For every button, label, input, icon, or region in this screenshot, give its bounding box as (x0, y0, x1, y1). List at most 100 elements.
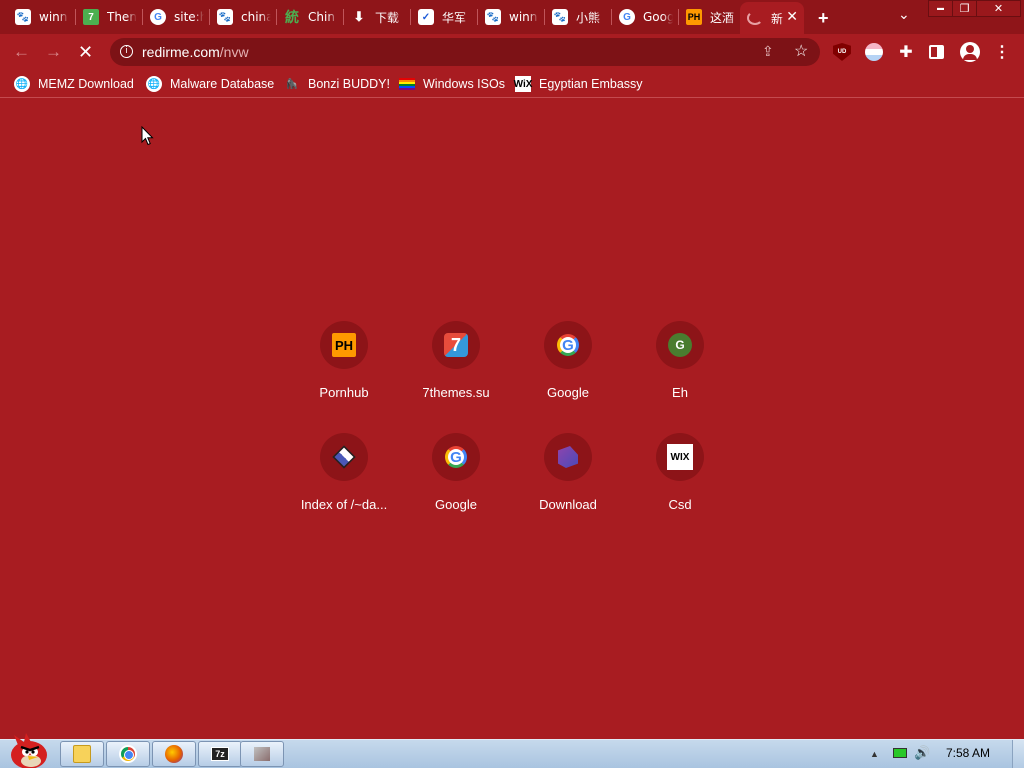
url-path: /nvw (219, 44, 249, 60)
tab-title: 下载 (375, 10, 400, 25)
pornhub-icon: PH (332, 333, 356, 357)
tab-title: Chin (308, 10, 335, 24)
tab-7[interactable]: ✓ 华军 (411, 4, 475, 30)
index-folder-icon (332, 445, 356, 469)
close-icon: ✕ (993, 3, 1004, 15)
side-panel-icon[interactable] (929, 45, 944, 59)
stop-loading-button[interactable]: ✕ (78, 42, 93, 63)
bookmark-label: Windows ISOs (423, 77, 505, 91)
extensions-puzzle-icon[interactable]: ✚ (897, 43, 915, 61)
show-desktop-button[interactable] (1012, 740, 1024, 768)
baidu-icon: 🐾 (552, 9, 568, 25)
share-icon[interactable]: ⇪ (762, 43, 774, 60)
forward-button[interactable]: → (45, 42, 62, 62)
globe-icon: 🌐 (146, 76, 162, 92)
bookmarks-bar: 🌐 MEMZ Download 🌐 Malware Database 🦍 Bonzi … (0, 70, 1024, 98)
seven-themes-icon: 7 (83, 9, 99, 25)
tab-2[interactable]: 7 Then (76, 4, 140, 30)
shortcut-icon-circle: PH (320, 321, 368, 369)
new-tab-button[interactable]: + (818, 8, 829, 29)
wix-icon: WIX (667, 444, 693, 470)
baidu-icon: 🐾 (485, 9, 501, 25)
minimize-icon: ▬ (937, 5, 944, 12)
extension-flag-icon[interactable] (865, 43, 883, 61)
bookmark-label: MEMZ Download (38, 77, 134, 91)
start-button-angry-bird-icon[interactable] (4, 731, 50, 768)
tab-4[interactable]: 🐾 china (210, 4, 274, 30)
minimize-button[interactable]: ▬ (928, 0, 953, 17)
seven-themes-icon: 7 (444, 333, 468, 357)
google-icon: G (619, 9, 635, 25)
app-icon (254, 747, 270, 761)
ublock-extension-icon[interactable]: UD (833, 43, 851, 61)
tab-6[interactable]: ⬇ 下载 (344, 4, 408, 30)
back-button[interactable]: ← (13, 42, 30, 62)
shortcut-icon-circle (320, 433, 368, 481)
shortcut-label: Eh (672, 385, 688, 400)
shortcut-tile[interactable]: 7 7themes.su (400, 321, 512, 421)
battery-icon[interactable] (893, 748, 907, 758)
baidu-icon: 🐾 (217, 9, 233, 25)
huajun-icon: ✓ (418, 9, 434, 25)
shortcut-tile[interactable]: Index of /~da... (288, 433, 400, 533)
wix-icon: WiX (514, 76, 532, 92)
explorer-icon (73, 745, 91, 763)
bookmark-egyptian-embassy[interactable]: WiX Egyptian Embassy (514, 75, 643, 93)
url-text[interactable]: redirme.com/nvw (142, 44, 249, 60)
shortcut-tile[interactable]: G Eh (624, 321, 736, 421)
bookmark-malware-database[interactable]: 🌐 Malware Database (146, 75, 274, 93)
show-hidden-icons-arrow-icon[interactable]: ▲ (870, 749, 879, 759)
tab-strip: 🐾 winn 7 Then Gsite:h 🐾 china 統 Chin ⬇ 下载 ✓ 华军… (0, 0, 1024, 34)
site-info-icon[interactable]: i (120, 45, 133, 58)
taskbar-7zip-button[interactable]: 7z (198, 741, 242, 767)
bookmark-star-icon[interactable]: ☆ (794, 41, 808, 61)
tab-title: winn (39, 10, 68, 24)
shortcut-icon-circle: G (544, 321, 592, 369)
taskbar-explorer-button[interactable] (60, 741, 104, 767)
chrome-icon (119, 745, 137, 763)
taskbar-firefox-button[interactable] (152, 741, 196, 767)
google-icon: G (150, 9, 166, 25)
tab-10[interactable]: G Goog (612, 4, 676, 30)
shortcut-tile[interactable]: PH Pornhub (288, 321, 400, 421)
volume-icon[interactable]: 🔊 (914, 745, 930, 761)
shortcut-tile[interactable]: WIX Csd (624, 433, 736, 533)
taskbar-app-button[interactable] (240, 741, 284, 767)
restore-button[interactable]: ❐ (952, 0, 977, 17)
tab-8[interactable]: 🐾 winn (478, 4, 542, 30)
tab-title: 小熊 (576, 10, 601, 25)
shortcut-label: Download (539, 497, 597, 512)
bookmark-label: Egyptian Embassy (539, 77, 643, 91)
system-clock[interactable]: 7:58 AM (946, 746, 990, 760)
tab-11[interactable]: PH 这酒 (679, 4, 741, 30)
tab-title: Then (107, 10, 137, 24)
mouse-cursor-icon (141, 126, 154, 146)
kebab-menu-icon[interactable]: ⋮ (993, 43, 1011, 61)
bookmark-bonzi-buddy[interactable]: 🦍 Bonzi BUDDY! (284, 75, 390, 93)
bookmark-windows-isos[interactable]: Windows ISOs (399, 75, 505, 93)
shortcut-tile[interactable]: G Google (512, 321, 624, 421)
shortcut-label: Index of /~da... (300, 497, 388, 512)
eh-letter-icon: G (668, 333, 692, 357)
profile-avatar-icon[interactable] (960, 42, 980, 62)
tab-1[interactable]: 🐾 winn (8, 4, 70, 30)
shortcut-icon-circle: G (656, 321, 704, 369)
tab-title: 华军 (442, 10, 467, 25)
tab-3[interactable]: Gsite:h (143, 4, 207, 30)
shortcut-label: Csd (668, 497, 692, 512)
firefox-icon (165, 745, 183, 763)
bonzi-icon: 🦍 (285, 78, 299, 90)
tab-active[interactable]: 新 ✕ (740, 2, 804, 34)
close-tab-icon[interactable]: ✕ (786, 8, 798, 25)
tab-9[interactable]: 🐾 小熊 (545, 4, 609, 30)
address-bar[interactable]: i redirme.com/nvw ⇪ ☆ (110, 38, 820, 66)
bookmark-memz-download[interactable]: 🌐 MEMZ Download (14, 75, 134, 93)
taskbar-chrome-button[interactable] (106, 741, 150, 767)
url-host: redirme.com (142, 44, 220, 60)
tab-search-icon[interactable]: ⌄ (898, 6, 910, 23)
shortcut-tile[interactable]: Download (512, 433, 624, 533)
shortcut-tile[interactable]: G Google (400, 433, 512, 533)
close-window-button[interactable]: ✕ (976, 0, 1021, 17)
tab-5[interactable]: 統 Chin (277, 4, 341, 30)
browser-toolbar: ← → ✕ i redirme.com/nvw ⇪ ☆ UD ✚ ⋮ (0, 34, 1024, 70)
